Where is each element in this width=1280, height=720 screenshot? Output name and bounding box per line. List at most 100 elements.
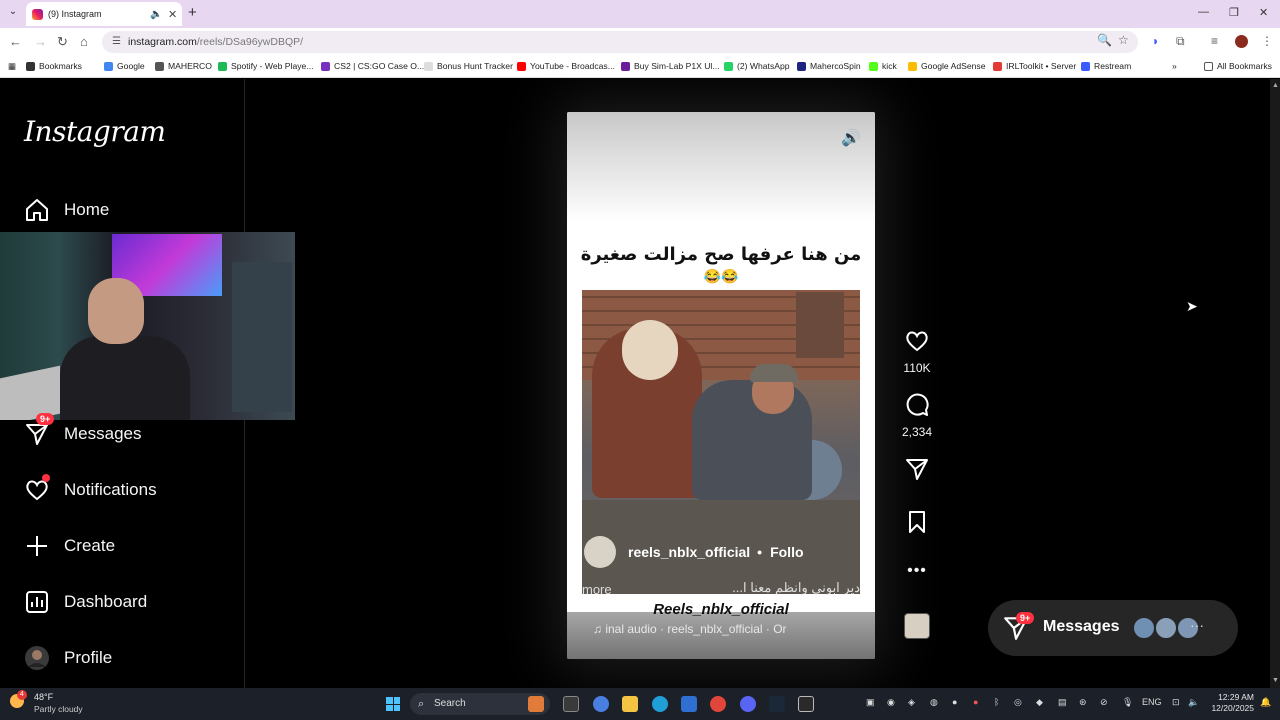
- bookmark-item[interactable]: IRLToolkit • Server: [993, 61, 1076, 71]
- bookmark-item[interactable]: Restream: [1081, 61, 1131, 71]
- bookmark-item[interactable]: (2) WhatsApp: [724, 61, 790, 71]
- bookmark-item[interactable]: MAHERCO: [155, 61, 212, 71]
- minimize-button[interactable]: —: [1198, 6, 1209, 18]
- sidebar-item-profile[interactable]: Profile: [24, 645, 112, 671]
- volume-icon[interactable]: 🔊: [841, 128, 861, 148]
- network-icon[interactable]: ⊡: [1172, 697, 1180, 708]
- edge-icon[interactable]: [652, 696, 668, 712]
- bookmark-item[interactable]: Buy Sim-Lab P1X Ul...: [621, 61, 720, 71]
- bluetooth-icon[interactable]: ᛒ: [994, 697, 999, 707]
- sidebar-item-messages[interactable]: 9+ Messages: [24, 413, 141, 447]
- tray-app-icon[interactable]: ◍: [930, 697, 938, 708]
- more-bookmarks-icon[interactable]: »: [1172, 61, 1177, 71]
- language-indicator[interactable]: ENG: [1142, 697, 1162, 707]
- notification-icon[interactable]: 🔔: [1260, 697, 1271, 708]
- bookmark-item[interactable]: Bonus Hunt Tracker: [424, 61, 513, 71]
- discord-icon[interactable]: [740, 696, 756, 712]
- bookmark-label: Spotify - Web Playe...: [231, 61, 314, 71]
- apps-icon[interactable]: ▦: [8, 61, 16, 72]
- close-window-button[interactable]: ✕: [1259, 6, 1268, 19]
- reel-video-player[interactable]: 🔊 من هنا عرفها صح مزالت صغيرة 😂😂 reels_n…: [567, 112, 875, 659]
- back-button[interactable]: ←: [9, 34, 22, 49]
- address-bar[interactable]: ☰ instagram.com/reels/DSa96ywDBQP/: [102, 31, 1138, 53]
- maximize-button[interactable]: ❐: [1229, 6, 1239, 19]
- bookmark-item[interactable]: MahercoSpin: [797, 61, 861, 71]
- site-info-icon[interactable]: ☰: [112, 31, 121, 53]
- bookmark-item[interactable]: Google: [104, 61, 145, 71]
- tray-app-icon[interactable]: ⊘: [1100, 697, 1108, 708]
- bookmark-item[interactable]: CS2 | CS:GO Case O...: [321, 61, 424, 71]
- profile-avatar[interactable]: [1235, 35, 1248, 48]
- clock[interactable]: 12:29 AM 12/20/2025: [1208, 692, 1254, 714]
- sidebar-item-create[interactable]: Create: [24, 533, 115, 559]
- sidebar-item-label: Profile: [64, 648, 113, 667]
- forward-button[interactable]: →: [34, 34, 47, 49]
- new-tab-button[interactable]: +: [188, 4, 197, 21]
- sidebar-item-home[interactable]: Home: [24, 197, 109, 223]
- zoom-icon[interactable]: 🔍: [1097, 33, 1112, 47]
- steam-icon[interactable]: [769, 696, 785, 712]
- bookmark-star-icon[interactable]: ☆: [1118, 33, 1129, 47]
- tray-app-icon[interactable]: ●: [952, 697, 957, 707]
- scroll-down-arrow[interactable]: ▼: [1272, 677, 1279, 684]
- audio-thumbnail[interactable]: [904, 613, 930, 639]
- store-icon[interactable]: [681, 696, 697, 712]
- epic-games-icon[interactable]: [798, 696, 814, 712]
- scrollbar[interactable]: [1270, 79, 1280, 688]
- author-avatar[interactable]: [584, 536, 616, 568]
- task-view-icon[interactable]: [563, 696, 579, 712]
- temperature: 48°F: [34, 692, 54, 702]
- file-explorer-icon[interactable]: [622, 696, 638, 712]
- volume-icon[interactable]: 🔈: [1188, 697, 1199, 708]
- audio-label: inal audio · reels_nblx_official · Or: [605, 622, 787, 636]
- sidebar-item-dashboard[interactable]: Dashboard: [24, 589, 147, 615]
- sidebar-item-label: Home: [64, 200, 110, 219]
- more-options-icon[interactable]: •••: [899, 562, 935, 580]
- tray-app-icon[interactable]: ◉: [887, 697, 895, 708]
- instagram-logo[interactable]: Instagram: [24, 115, 166, 148]
- widgets-app-icon[interactable]: [528, 696, 544, 712]
- more-link[interactable]: more: [582, 582, 612, 597]
- bookmark-item[interactable]: Google AdSense: [908, 61, 986, 71]
- bookmark-item[interactable]: YouTube - Broadcas...: [517, 61, 615, 71]
- bookmark-item[interactable]: Bookmarks: [26, 61, 82, 71]
- tray-app-icon[interactable]: ●: [973, 697, 978, 707]
- tray-app-icon[interactable]: ▣: [866, 697, 875, 708]
- extensions-puzzle-icon[interactable]: ⧉: [1176, 34, 1185, 49]
- speaker-icon[interactable]: 🔈: [150, 9, 162, 20]
- save-button[interactable]: [899, 509, 935, 540]
- like-button[interactable]: 110K: [899, 328, 935, 375]
- media-control-icon[interactable]: ≡: [1211, 34, 1218, 48]
- url-path: /reels/DSa96ywDBQP/: [196, 36, 304, 48]
- extension-icon[interactable]: ◗: [1152, 34, 1159, 48]
- share-button[interactable]: [899, 456, 935, 487]
- microphone-icon[interactable]: 🎙: [1122, 697, 1133, 708]
- all-bookmarks[interactable]: All Bookmarks: [1204, 61, 1272, 71]
- scroll-up-arrow[interactable]: ▲: [1272, 82, 1279, 89]
- tray-app-icon[interactable]: ◆: [1036, 697, 1043, 708]
- close-tab-icon[interactable]: ✕: [168, 8, 177, 21]
- copilot-icon[interactable]: [593, 696, 609, 712]
- tray-app-icon[interactable]: ◎: [1014, 697, 1022, 708]
- bookmark-item[interactable]: kick: [869, 61, 897, 71]
- messages-panel-button[interactable]: 9+ Messages ···: [988, 600, 1238, 656]
- tray-app-icon[interactable]: ▤: [1058, 697, 1067, 708]
- home-button[interactable]: ⌂: [80, 34, 88, 49]
- tab-instagram[interactable]: (9) Instagram 🔈 ✕: [26, 2, 182, 26]
- chrome-icon[interactable]: [710, 696, 726, 712]
- start-button[interactable]: [386, 697, 400, 711]
- author-username[interactable]: reels_nblx_official: [628, 544, 750, 560]
- tab-search-icon[interactable]: ⌄: [6, 6, 20, 20]
- messages-badge: 9+: [36, 413, 55, 425]
- follow-button[interactable]: Follo: [770, 544, 803, 560]
- reel-audio[interactable]: ♫ inal audio · reels_nblx_official · Or: [593, 622, 787, 636]
- sidebar-item-label: Create: [64, 536, 116, 555]
- menu-icon[interactable]: ⋮: [1261, 34, 1273, 48]
- reload-button[interactable]: ↻: [57, 34, 68, 50]
- more-conversations-icon: ···: [1190, 617, 1204, 633]
- tray-app-icon[interactable]: ◈: [908, 697, 915, 708]
- steam-tray-icon[interactable]: ⊛: [1079, 697, 1087, 708]
- sidebar-item-notifications[interactable]: Notifications: [24, 474, 157, 503]
- comment-button[interactable]: 2,334: [899, 392, 935, 439]
- bookmark-item[interactable]: Spotify - Web Playe...: [218, 61, 313, 71]
